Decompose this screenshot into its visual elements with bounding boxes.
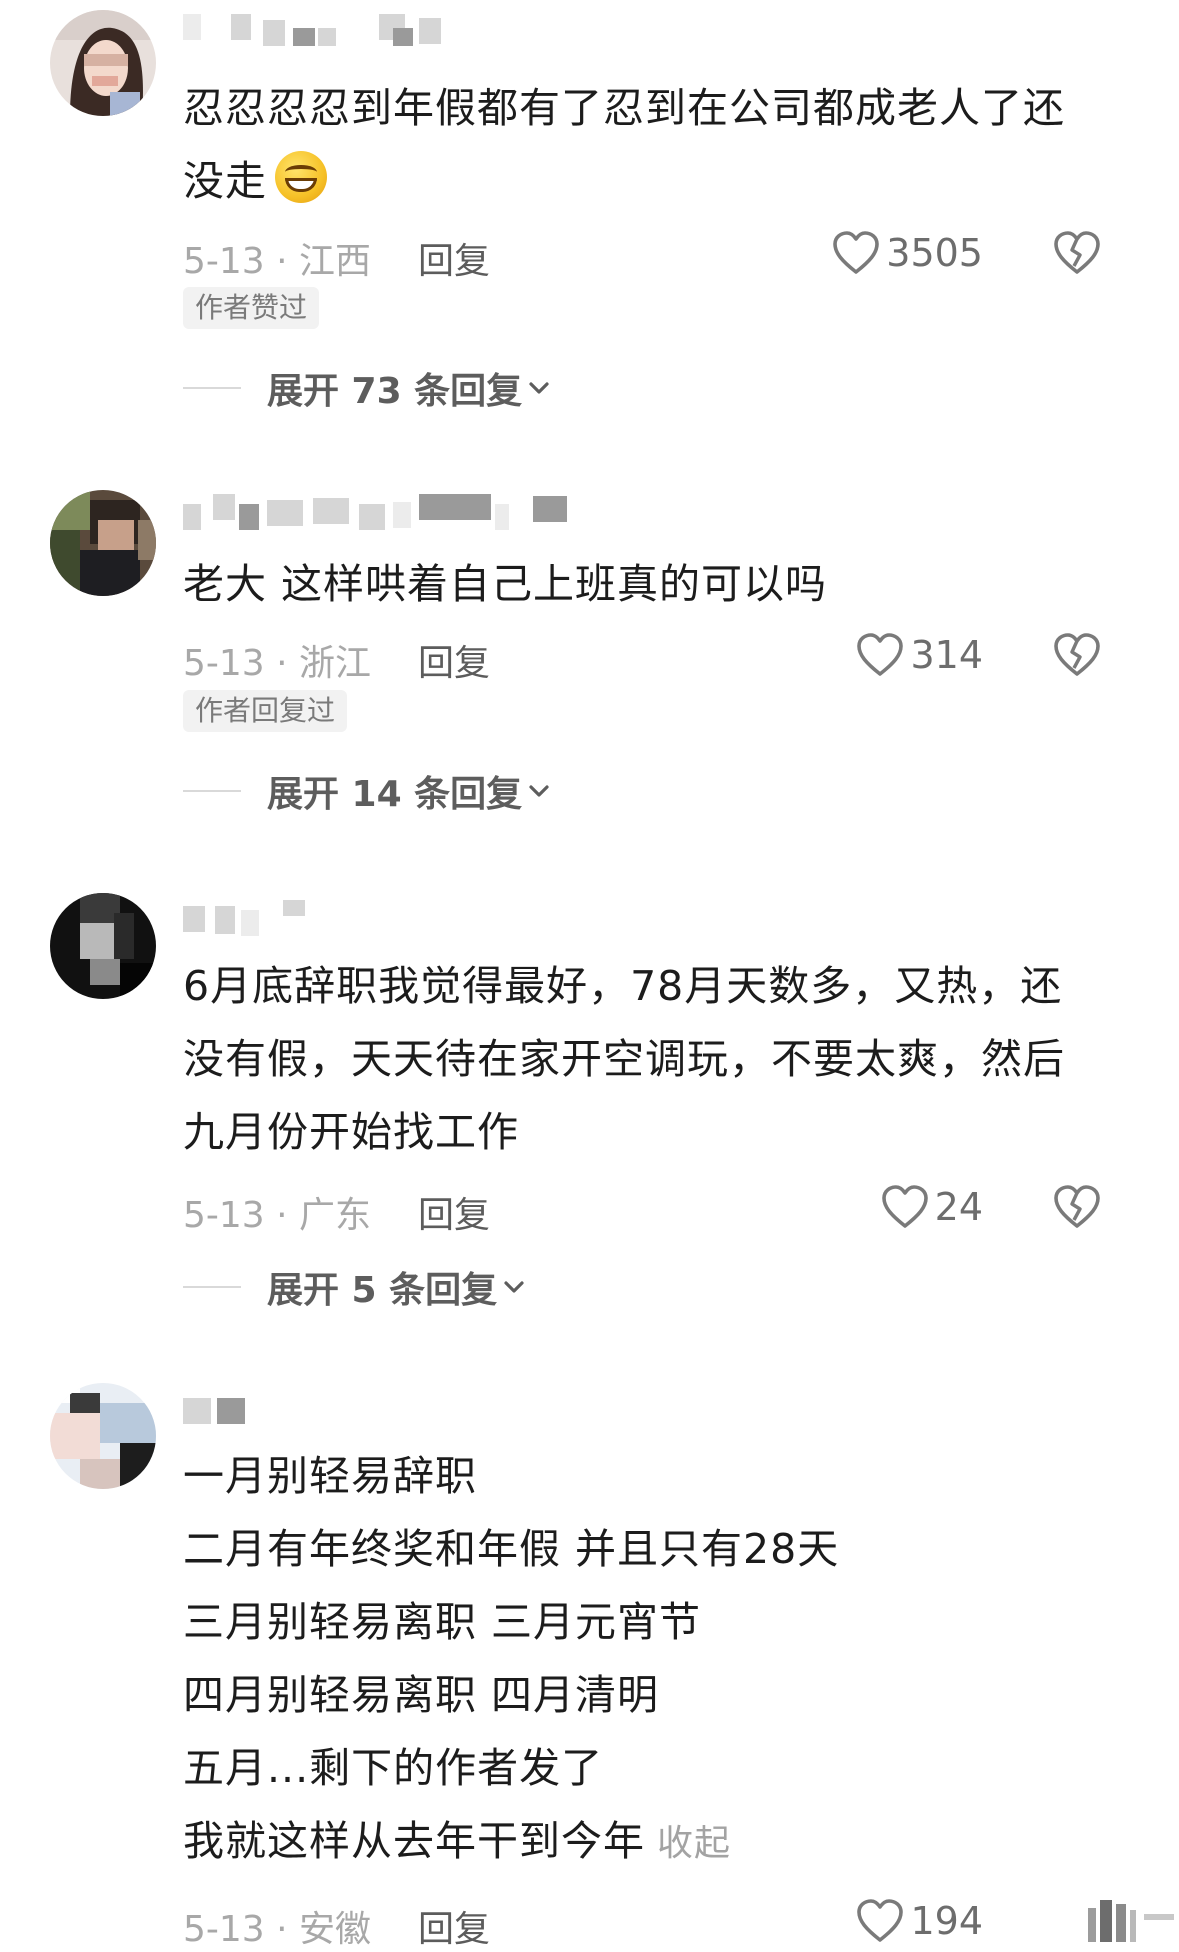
- author-liked-badge: 作者赞过: [183, 287, 320, 329]
- username-redacted[interactable]: [183, 14, 453, 48]
- broken-heart-icon[interactable]: [1053, 1184, 1101, 1230]
- chevron-down-icon: [529, 785, 549, 797]
- comment-meta: 5-13 · 浙江 回复 314: [183, 630, 1143, 684]
- comment-line: 九月份开始找工作: [183, 1108, 519, 1156]
- divider: [183, 387, 241, 389]
- like-count: 314: [910, 633, 983, 677]
- reply-button[interactable]: 回复: [418, 1186, 490, 1238]
- avatar-image: [50, 893, 156, 999]
- comment-text: 一月别轻易辞职 二月有年终奖和年假 并且只有28天 三月别轻易离职 三月元宵节 …: [183, 1440, 1123, 1880]
- comment-text: 老大 这样哄着自己上班真的可以吗: [183, 548, 1123, 621]
- username-redacted[interactable]: [183, 494, 583, 530]
- expand-replies-button[interactable]: 展开 14 条回复: [183, 766, 552, 816]
- expand-replies-button[interactable]: 展开 5 条回复: [183, 1262, 527, 1312]
- avatar-image: [50, 490, 156, 596]
- reply-button[interactable]: 回复: [418, 232, 490, 284]
- expand-replies-label: 展开 5 条回复: [267, 1270, 498, 1311]
- username-redacted[interactable]: [183, 900, 323, 936]
- comment-text: 6月底辞职我觉得最好，78月天数多，又热，还 没有假，天天待在家开空调玩，不要太…: [183, 950, 1123, 1169]
- comment-line: 一月别轻易辞职: [183, 1452, 477, 1500]
- like-button[interactable]: 24: [881, 1182, 983, 1232]
- chevron-down-icon: [504, 1281, 524, 1293]
- heart-icon: [833, 231, 880, 274]
- date-location: 5-13 · 安徽: [183, 1909, 372, 1950]
- comment-line: 6月底辞职我觉得最好，78月天数多，又热，还: [183, 962, 1063, 1010]
- comment-line: 忍忍忍忍到年假都有了忍到在公司都成老人了还: [183, 84, 1065, 132]
- heart-icon: [881, 1185, 928, 1228]
- expand-replies-label: 展开 14 条回复: [267, 774, 523, 815]
- date-location: 5-13 · 浙江: [183, 643, 372, 684]
- avatar[interactable]: [50, 490, 156, 596]
- comment-line: 没有假，天天待在家开空调玩，不要太爽，然后: [183, 1035, 1065, 1083]
- like-button[interactable]: 194: [856, 1896, 983, 1946]
- avatar-image: [50, 1383, 156, 1489]
- avatar[interactable]: [50, 1383, 156, 1489]
- like-count: 24: [934, 1185, 983, 1229]
- comment-line-text: 我就这样从去年干到今年: [183, 1817, 645, 1865]
- heart-icon: [857, 633, 904, 676]
- broken-heart-icon[interactable]: [1053, 632, 1101, 678]
- comment-meta: 5-13 · 广东 回复 24: [183, 1182, 1143, 1236]
- comment-text: 忍忍忍忍到年假都有了忍到在公司都成老人了还 没走: [183, 72, 1123, 218]
- grinning-face-icon: [275, 151, 327, 203]
- expand-replies-button[interactable]: 展开 73 条回复: [183, 363, 552, 413]
- collapse-button[interactable]: 收起: [657, 1823, 731, 1864]
- chevron-down-icon: [529, 382, 549, 394]
- date-location: 5-13 · 广东: [183, 1195, 372, 1236]
- avatar[interactable]: [50, 10, 156, 116]
- date-location: 5-13 · 江西: [183, 241, 372, 282]
- like-count: 3505: [886, 231, 983, 275]
- author-replied-badge: 作者回复过: [183, 690, 348, 732]
- comment-line: 老大 这样哄着自己上班真的可以吗: [183, 560, 828, 608]
- comment-line-text: 没走: [183, 157, 267, 205]
- comment-meta: 5-13 · 江西 回复 3505: [183, 228, 1143, 282]
- watermark-logo-icon: [1084, 1896, 1179, 1942]
- comment-meta: 5-13 · 安徽 回复 194: [183, 1896, 1143, 1950]
- avatar[interactable]: [50, 893, 156, 999]
- comment-line: 我就这样从去年干到今年 收起: [183, 1805, 1123, 1880]
- expand-replies-label: 展开 73 条回复: [267, 371, 523, 412]
- broken-heart-icon[interactable]: [1053, 230, 1101, 276]
- reply-button[interactable]: 回复: [418, 634, 490, 686]
- avatar-image: [50, 10, 156, 116]
- divider: [183, 1286, 241, 1288]
- comment-line: 没走: [183, 145, 1123, 218]
- username-redacted[interactable]: [183, 1398, 273, 1432]
- like-count: 194: [910, 1899, 983, 1943]
- heart-icon: [857, 1899, 904, 1942]
- comment-line: 四月别轻易离职 四月清明: [183, 1671, 660, 1719]
- like-button[interactable]: 314: [856, 630, 983, 680]
- comment-line: 五月...剩下的作者发了: [183, 1744, 604, 1792]
- like-button[interactable]: 3505: [832, 228, 983, 278]
- divider: [183, 790, 241, 792]
- reply-button[interactable]: 回复: [418, 1900, 490, 1952]
- comment-line: 三月别轻易离职 三月元宵节: [183, 1598, 702, 1646]
- comment-line: 二月有年终奖和年假 并且只有28天: [183, 1525, 840, 1573]
